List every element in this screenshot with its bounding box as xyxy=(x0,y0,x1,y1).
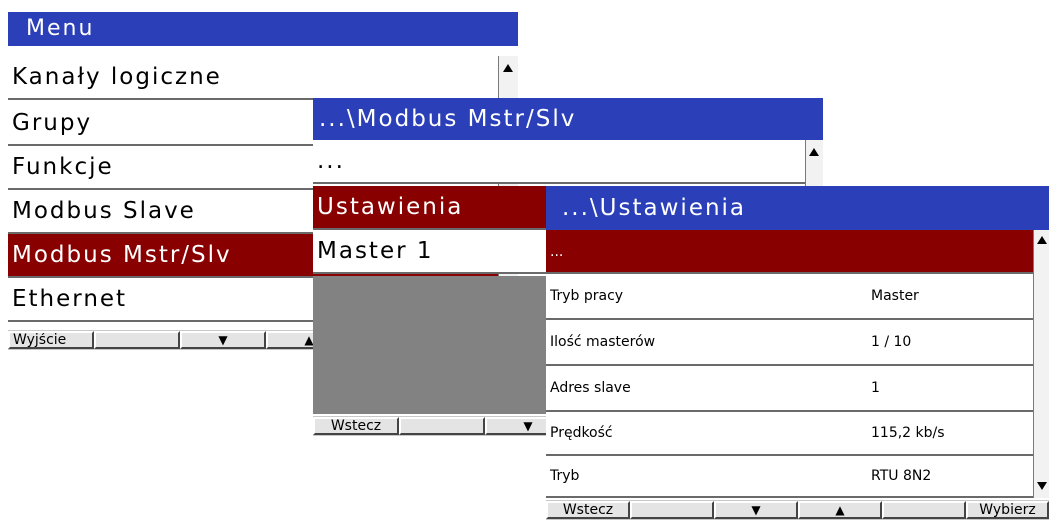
settings-row-tryb-pracy[interactable]: Tryb pracy Master xyxy=(546,274,1033,320)
up-arrow-icon: ▲ xyxy=(835,503,845,517)
menu-item-label: Grupy xyxy=(12,110,93,136)
settings-row-adres-slave[interactable]: Adres slave 1 xyxy=(546,366,1033,412)
settings-item-label: ... xyxy=(550,244,564,260)
setting-label: Ilość masterów xyxy=(550,334,656,350)
scroll-down-icon[interactable] xyxy=(1037,482,1047,490)
modbus-item-label: ... xyxy=(317,148,345,174)
menu-item-label: Funkcje xyxy=(12,154,114,180)
settings-row-predkosc[interactable]: Prędkość 115,2 kb/s xyxy=(546,412,1033,456)
back-button-label: Wstecz xyxy=(562,502,614,518)
modbus-back-button[interactable]: Wstecz xyxy=(313,417,399,435)
menu-item-label: Ethernet xyxy=(12,286,128,312)
exit-button-label: Wyjście xyxy=(13,332,67,348)
scroll-up-icon[interactable] xyxy=(809,148,819,156)
setting-value: 1 xyxy=(871,380,880,396)
menu-blank-button[interactable] xyxy=(94,331,180,349)
settings-up-button[interactable]: ▲ xyxy=(798,501,882,519)
settings-row-ilosc-masterow[interactable]: Ilość masterów 1 / 10 xyxy=(546,320,1033,366)
select-button[interactable]: Wybierz xyxy=(966,501,1049,519)
scroll-up-icon[interactable] xyxy=(503,64,513,72)
modbus-item-label: Ustawienia xyxy=(317,194,464,220)
select-button-label: Wybierz xyxy=(979,502,1036,518)
modbus-title-bar: ...\Modbus Mstr/Slv xyxy=(313,98,823,140)
setting-label: Adres slave xyxy=(550,380,631,396)
setting-value: RTU 8N2 xyxy=(871,468,932,484)
settings-scrollbar[interactable] xyxy=(1033,230,1049,498)
back-button-label: Wstecz xyxy=(330,418,382,434)
setting-value: 1 / 10 xyxy=(871,334,912,350)
menu-item-label: Kanały logiczne xyxy=(12,64,222,90)
menu-title-bar: Menu xyxy=(8,12,518,46)
setting-label: Prędkość xyxy=(550,425,613,441)
settings-back-button[interactable]: Wstecz xyxy=(546,501,630,519)
exit-button[interactable]: Wyjście xyxy=(8,331,94,349)
settings-blank-button-2[interactable] xyxy=(882,501,966,519)
modbus-blank-button[interactable] xyxy=(399,417,485,435)
scroll-up-icon[interactable] xyxy=(1037,236,1047,244)
settings-window: ...\Ustawienia ... Tryb pracy Master Ilo… xyxy=(546,186,1049,520)
menu-item-label: Modbus Slave xyxy=(12,198,196,224)
setting-label: Tryb xyxy=(550,468,580,484)
down-arrow-icon: ▼ xyxy=(218,333,228,347)
modbus-item-parent[interactable]: ... xyxy=(313,140,805,184)
settings-blank-button-1[interactable] xyxy=(630,501,714,519)
modbus-title: ...\Modbus Mstr/Slv xyxy=(319,106,577,132)
down-arrow-icon: ▼ xyxy=(523,419,533,433)
settings-button-bar: Wstecz ▼ ▲ Wybierz xyxy=(546,500,1049,520)
settings-row-tryb[interactable]: Tryb RTU 8N2 xyxy=(546,456,1033,498)
menu-item-kanaly[interactable]: Kanały logiczne xyxy=(8,56,498,100)
settings-title-bar: ...\Ustawienia xyxy=(546,186,1049,230)
setting-value: 115,2 kb/s xyxy=(871,425,945,441)
settings-item-parent[interactable]: ... xyxy=(546,230,1033,274)
down-arrow-icon: ▼ xyxy=(751,503,761,517)
settings-title: ...\Ustawienia xyxy=(562,195,747,221)
setting-label: Tryb pracy xyxy=(550,288,624,304)
menu-title: Menu xyxy=(26,16,95,41)
menu-down-button[interactable]: ▼ xyxy=(180,331,266,349)
modbus-item-label: Master 1 xyxy=(317,238,434,264)
setting-value: Master xyxy=(871,288,919,304)
settings-down-button[interactable]: ▼ xyxy=(714,501,798,519)
menu-item-label: Modbus Mstr/Slv xyxy=(12,242,232,268)
